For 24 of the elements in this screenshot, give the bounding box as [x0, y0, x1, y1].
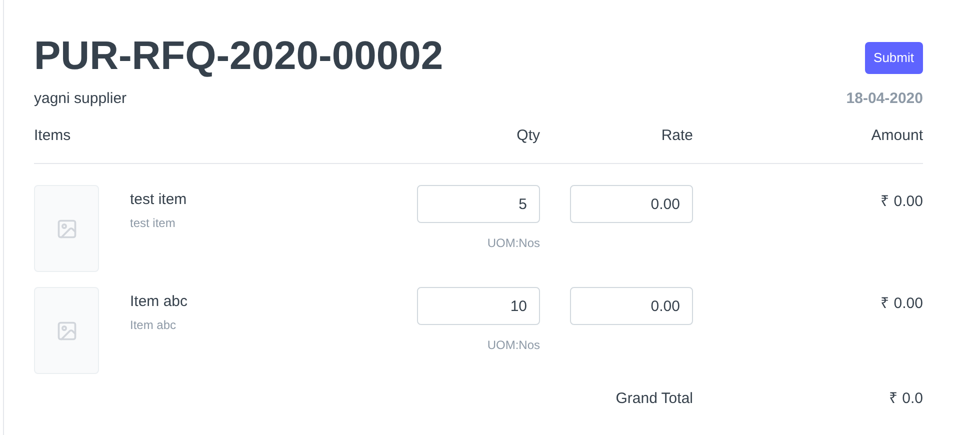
item-name: test item: [130, 190, 188, 210]
item-name: Item abc: [130, 292, 189, 312]
column-header: Qty: [516, 126, 540, 146]
grand-total-label: Grand Total: [614, 389, 693, 409]
item-amount: ₹ 0.00: [880, 294, 923, 314]
rate-field[interactable]: 0.00: [570, 287, 693, 325]
document-date: 18-04-2020: [846, 88, 923, 108]
item-description: test item: [130, 214, 176, 232]
column-header: Amount: [870, 126, 923, 146]
rate-field[interactable]: 0.00: [570, 185, 693, 223]
item-amount: ₹ 0.00: [880, 192, 923, 212]
column-header: Rate: [660, 126, 693, 146]
image-icon: [56, 218, 78, 240]
column-header: Items: [34, 126, 72, 146]
grand-total-value: ₹ 0.0: [888, 389, 923, 409]
document-title: PUR-RFQ-2020-00002: [34, 34, 444, 78]
qty-field[interactable]: 10: [417, 287, 540, 325]
image-icon: [56, 320, 78, 342]
uom-label: UOM:Nos: [487, 235, 540, 252]
supplier-name: yagni supplier: [34, 89, 128, 109]
submit-button[interactable]: Submit: [864, 42, 923, 74]
uom-label: UOM:Nos: [487, 337, 540, 354]
qty-field[interactable]: 5: [417, 185, 540, 223]
item-description: Item abc: [130, 316, 178, 334]
